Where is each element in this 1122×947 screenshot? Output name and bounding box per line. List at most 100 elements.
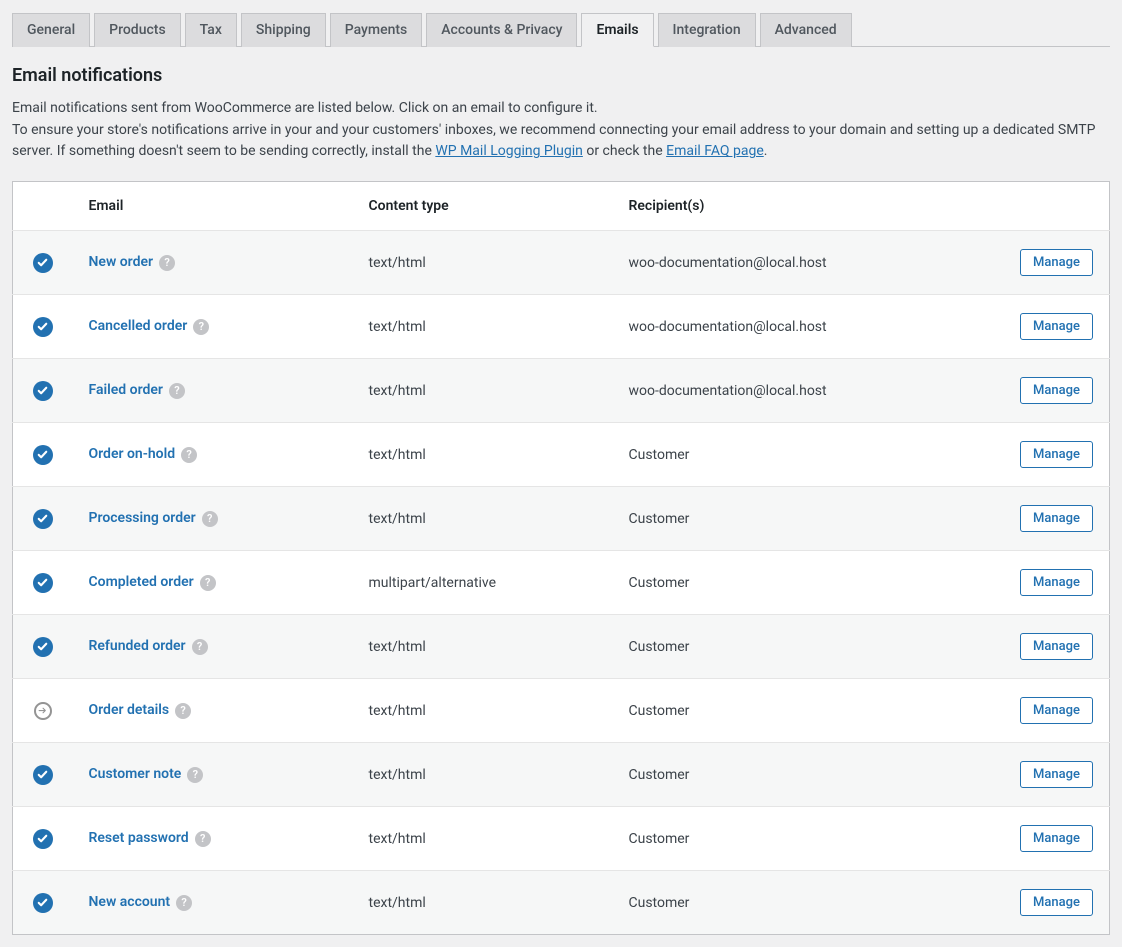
manage-button[interactable]: Manage	[1020, 377, 1093, 404]
help-icon[interactable]: ?	[159, 255, 175, 271]
email-faq-link[interactable]: Email FAQ page	[666, 143, 764, 159]
description-warn-end: .	[764, 143, 768, 159]
table-row: New order? text/htmlwoo-documentation@loc…	[13, 231, 1110, 295]
table-row: Cancelled order? text/htmlwoo-documentati…	[13, 295, 1110, 359]
manage-button[interactable]: Manage	[1020, 313, 1093, 340]
email-name-link[interactable]: New order	[89, 254, 154, 270]
table-row: Completed order? multipart/alternativeCus…	[13, 551, 1110, 615]
table-row: Customer note? text/htmlCustomer Manage	[13, 743, 1110, 807]
enabled-check-icon	[33, 381, 53, 401]
content-type-cell: text/html	[353, 487, 613, 551]
tab-products[interactable]: Products	[94, 13, 181, 47]
manage-button[interactable]: Manage	[1020, 505, 1093, 532]
help-icon[interactable]: ?	[187, 767, 203, 783]
email-name-link[interactable]: Refunded order	[89, 638, 186, 654]
content-type-cell: text/html	[353, 295, 613, 359]
description-intro: Email notifications sent from WooCommerc…	[12, 100, 598, 116]
header-status	[13, 182, 73, 231]
tab-emails[interactable]: Emails	[581, 13, 653, 47]
header-email: Email	[73, 182, 353, 231]
header-content-type: Content type	[353, 182, 613, 231]
recipient-cell: Customer	[613, 551, 990, 615]
enabled-check-icon	[33, 317, 53, 337]
recipient-cell: woo-documentation@local.host	[613, 295, 990, 359]
manage-button[interactable]: Manage	[1020, 569, 1093, 596]
recipient-cell: Customer	[613, 743, 990, 807]
content-type-cell: text/html	[353, 679, 613, 743]
email-name-link[interactable]: Order details	[89, 702, 170, 718]
tab-advanced[interactable]: Advanced	[760, 13, 852, 47]
enabled-check-icon	[33, 253, 53, 273]
enabled-check-icon	[33, 445, 53, 465]
tab-tax[interactable]: Tax	[185, 13, 237, 47]
help-icon[interactable]: ?	[176, 895, 192, 911]
recipient-cell: Customer	[613, 871, 990, 935]
table-row: Refunded order? text/htmlCustomer Manage	[13, 615, 1110, 679]
tab-general[interactable]: General	[12, 13, 90, 47]
enabled-check-icon	[33, 573, 53, 593]
recipient-cell: Customer	[613, 679, 990, 743]
content-type-cell: text/html	[353, 615, 613, 679]
tab-payments[interactable]: Payments	[330, 13, 423, 47]
email-name-link[interactable]: Order on-hold	[89, 446, 176, 462]
manage-button[interactable]: Manage	[1020, 889, 1093, 916]
content-type-cell: text/html	[353, 871, 613, 935]
content-type-cell: text/html	[353, 231, 613, 295]
email-name-link[interactable]: Cancelled order	[89, 318, 188, 334]
email-name-link[interactable]: Processing order	[89, 510, 196, 526]
email-name-link[interactable]: Completed order	[89, 574, 194, 590]
recipient-cell: woo-documentation@local.host	[613, 359, 990, 423]
table-row: Failed order? text/htmlwoo-documentation@…	[13, 359, 1110, 423]
enabled-check-icon	[33, 637, 53, 657]
content-type-cell: text/html	[353, 743, 613, 807]
help-icon[interactable]: ?	[169, 383, 185, 399]
tab-integration[interactable]: Integration	[658, 13, 756, 47]
enabled-check-icon	[33, 893, 53, 913]
help-icon[interactable]: ?	[195, 831, 211, 847]
content-type-cell: text/html	[353, 807, 613, 871]
content-type-cell: multipart/alternative	[353, 551, 613, 615]
enabled-check-icon	[33, 829, 53, 849]
manual-arrow-icon	[34, 702, 52, 720]
email-name-link[interactable]: New account	[89, 894, 171, 910]
recipient-cell: Customer	[613, 423, 990, 487]
enabled-check-icon	[33, 509, 53, 529]
email-name-link[interactable]: Reset password	[89, 830, 189, 846]
help-icon[interactable]: ?	[193, 319, 209, 335]
content-type-cell: text/html	[353, 423, 613, 487]
manage-button[interactable]: Manage	[1020, 441, 1093, 468]
table-row: New account? text/htmlCustomer Manage	[13, 871, 1110, 935]
tab-shipping[interactable]: Shipping	[241, 13, 326, 47]
enabled-check-icon	[33, 765, 53, 785]
table-row: Order details? text/htmlCustomer Manage	[13, 679, 1110, 743]
header-action	[990, 182, 1110, 231]
header-recipient: Recipient(s)	[613, 182, 990, 231]
recipient-cell: Customer	[613, 487, 990, 551]
table-row: Order on-hold? text/htmlCustomer Manage	[13, 423, 1110, 487]
manage-button[interactable]: Manage	[1020, 249, 1093, 276]
settings-tabs: GeneralProductsTaxShippingPaymentsAccoun…	[12, 12, 1110, 47]
email-name-link[interactable]: Customer note	[89, 766, 182, 782]
manage-button[interactable]: Manage	[1020, 633, 1093, 660]
help-icon[interactable]: ?	[181, 447, 197, 463]
section-title: Email notifications	[12, 65, 1110, 86]
help-icon[interactable]: ?	[200, 575, 216, 591]
manage-button[interactable]: Manage	[1020, 697, 1093, 724]
tab-accounts-privacy[interactable]: Accounts & Privacy	[426, 13, 577, 47]
email-name-link[interactable]: Failed order	[89, 382, 163, 398]
description-warn-mid: or check the	[583, 143, 666, 159]
wp-mail-logging-link[interactable]: WP Mail Logging Plugin	[435, 143, 583, 159]
table-row: Processing order? text/htmlCustomer Manage	[13, 487, 1110, 551]
table-row: Reset password? text/htmlCustomer Manage	[13, 807, 1110, 871]
email-notifications-table: Email Content type Recipient(s) New orde…	[12, 181, 1110, 935]
section-description: Email notifications sent from WooCommerc…	[12, 98, 1110, 163]
recipient-cell: Customer	[613, 807, 990, 871]
recipient-cell: woo-documentation@local.host	[613, 231, 990, 295]
content-type-cell: text/html	[353, 359, 613, 423]
manage-button[interactable]: Manage	[1020, 761, 1093, 788]
help-icon[interactable]: ?	[175, 703, 191, 719]
help-icon[interactable]: ?	[192, 639, 208, 655]
manage-button[interactable]: Manage	[1020, 825, 1093, 852]
recipient-cell: Customer	[613, 615, 990, 679]
help-icon[interactable]: ?	[202, 511, 218, 527]
